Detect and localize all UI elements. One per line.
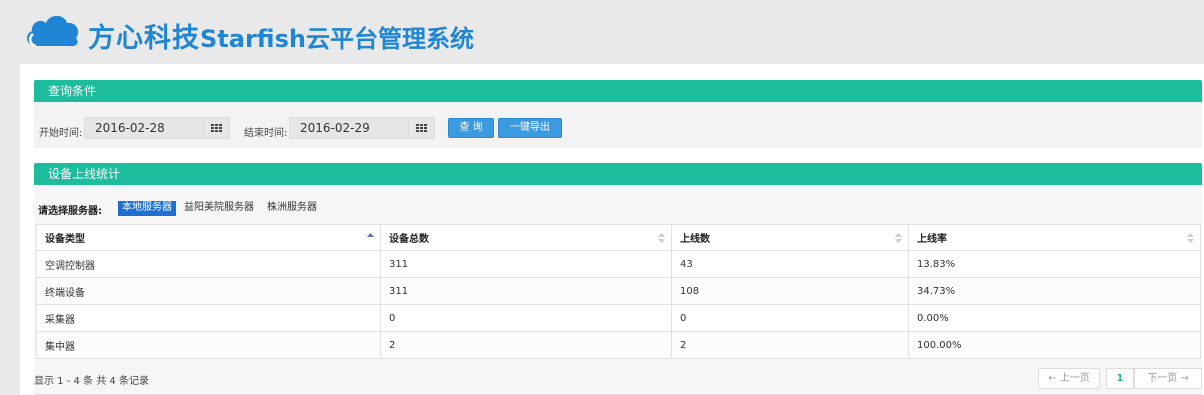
query-panel-header: 查询条件 — [34, 80, 1202, 102]
cell-rate: 34.73% — [908, 277, 1201, 305]
column-header-label: 上线数 — [680, 234, 710, 245]
server-select-label: 请选择服务器: — [38, 206, 102, 217]
cell-online: 0 — [671, 304, 909, 332]
column-header-online-rate[interactable]: 上线率 — [908, 224, 1201, 251]
sort-icon[interactable] — [895, 232, 902, 244]
table-row: 采集器 0 0 0.00% — [36, 304, 1201, 332]
cell-device-type: 空调控制器 — [36, 250, 381, 278]
cell-device-type: 集中器 — [36, 331, 381, 359]
prev-page-button[interactable]: ← 上一页 — [1038, 368, 1100, 389]
cell-total: 311 — [380, 277, 672, 305]
next-page-button[interactable]: 下一页 → — [1134, 368, 1202, 389]
end-date-field[interactable]: 2016-02-29 — [289, 117, 435, 139]
calendar-icon[interactable] — [203, 118, 229, 138]
server-tab-yiyang[interactable]: 益阳美院服务器 — [180, 201, 258, 216]
app-header: 方心科技 Starfish云平台管理系统 — [0, 0, 1204, 64]
column-header-label: 设备类型 — [45, 234, 85, 245]
table-row: 空调控制器 311 43 13.83% — [36, 250, 1201, 278]
pagination-summary: 显示 1 - 4 条 共 4 条记录 — [34, 376, 149, 387]
start-date-value: 2016-02-28 — [95, 121, 165, 135]
query-panel-body: 开始时间: 2016-02-28 结束时间: 2016-02-29 查 询 一键… — [34, 102, 1202, 148]
brand-system-name: Starfish云平台管理系统 — [200, 25, 474, 53]
cell-total: 0 — [380, 304, 672, 332]
server-tab-local[interactable]: 本地服务器 — [118, 201, 176, 216]
sort-icon[interactable] — [658, 232, 665, 244]
main-content: 查询条件 开始时间: 2016-02-28 结束时间: 2016-02-29 查… — [20, 64, 1204, 395]
cell-device-type: 终端设备 — [36, 277, 381, 305]
cell-online: 2 — [671, 331, 909, 359]
start-date-field[interactable]: 2016-02-28 — [84, 117, 230, 139]
cell-device-type: 采集器 — [36, 304, 381, 332]
column-header-device-type[interactable]: 设备类型 — [36, 224, 381, 251]
column-header-online[interactable]: 上线数 — [671, 224, 909, 251]
start-time-label: 开始时间: — [39, 128, 83, 139]
cell-online: 43 — [671, 250, 909, 278]
app-title: 方心科技 Starfish云平台管理系统 — [88, 16, 474, 54]
cell-online: 108 — [671, 277, 909, 305]
page-number-current[interactable]: 1 — [1106, 368, 1134, 389]
column-header-label: 设备总数 — [389, 234, 429, 245]
stats-panel-header: 设备上线统计 — [34, 163, 1202, 185]
brand-chinese: 方心科技 — [88, 23, 200, 54]
cell-total: 2 — [380, 331, 672, 359]
end-time-label: 结束时间: — [244, 128, 288, 139]
cell-total: 311 — [380, 250, 672, 278]
cell-rate: 100.00% — [908, 331, 1201, 359]
calendar-icon[interactable] — [408, 118, 434, 138]
search-button[interactable]: 查 询 — [448, 118, 494, 138]
server-tab-zhuzhou[interactable]: 株洲服务器 — [263, 201, 321, 216]
end-date-value: 2016-02-29 — [300, 121, 370, 135]
table-header-row: 设备类型 设备总数 上线数 上线率 — [36, 224, 1201, 251]
cloud-icon — [27, 15, 79, 48]
export-button[interactable]: 一键导出 — [498, 118, 562, 138]
table-row: 终端设备 311 108 34.73% — [36, 277, 1201, 305]
sort-asc-icon[interactable] — [367, 232, 374, 244]
column-header-label: 上线率 — [917, 234, 947, 245]
device-stats-table: 设备类型 设备总数 上线数 上线率 空调控制器 311 43 13.83% 终端… — [36, 224, 1201, 359]
sort-icon[interactable] — [1187, 232, 1194, 244]
cell-rate: 0.00% — [908, 304, 1201, 332]
table-row: 集中器 2 2 100.00% — [36, 331, 1201, 359]
cell-rate: 13.83% — [908, 250, 1201, 278]
column-header-total[interactable]: 设备总数 — [380, 224, 672, 251]
